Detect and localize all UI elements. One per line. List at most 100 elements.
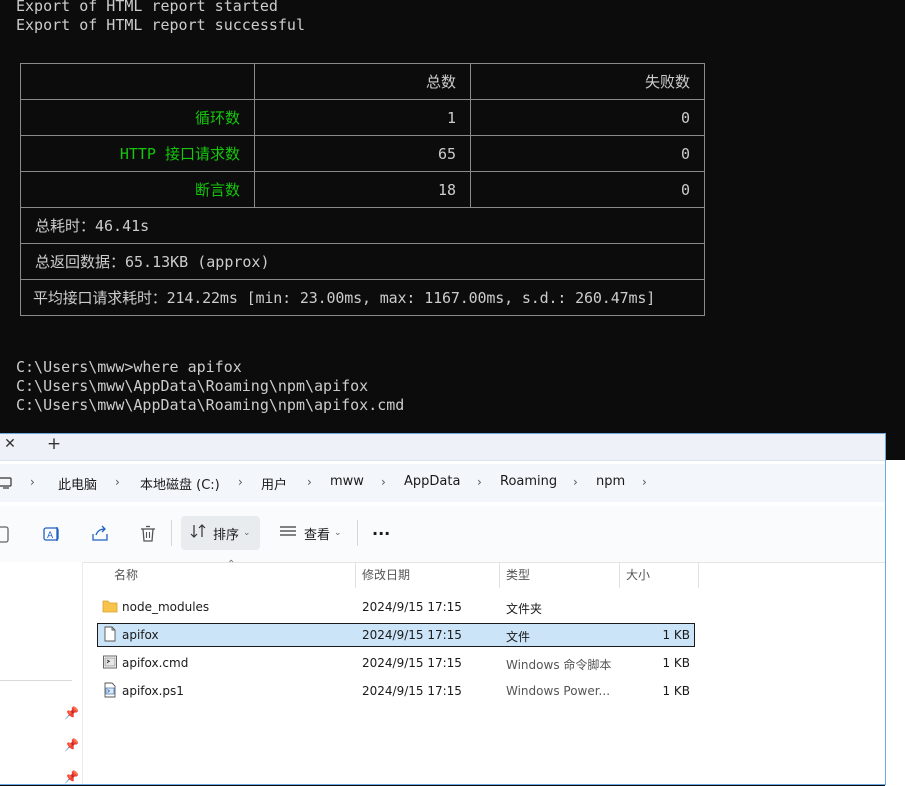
chevron-down-icon: ⌄ [334, 528, 342, 538]
column-separator[interactable] [698, 562, 699, 588]
summary-row: 总返回数据：65.13KB (approx) [20, 243, 705, 280]
file-size: 1 KB [662, 684, 690, 698]
file-name: node_modules [122, 600, 210, 614]
column-header-type[interactable]: 类型 [506, 568, 530, 594]
file-row-apifox[interactable]: apifox 2024/9/15 17:15 文件 1 KB [97, 623, 695, 647]
breadcrumb-appdata[interactable]: AppData [404, 474, 460, 489]
toolbar-separator [357, 520, 358, 546]
summary-row: 平均接口请求耗时：214.22ms [min: 23.00ms, max: 11… [20, 279, 705, 316]
share-icon[interactable] [90, 524, 110, 544]
command-bar: A 排序 ⌄ 查看 ⌄ ··· [0, 506, 885, 563]
close-tab-icon[interactable]: ✕ [0, 434, 20, 456]
breadcrumb-npm[interactable]: npm [596, 474, 625, 489]
column-header-size[interactable]: 大小 [626, 568, 650, 594]
chevron-right-icon: › [307, 475, 312, 489]
sort-icon [190, 523, 206, 543]
file-size: 1 KB [662, 656, 690, 670]
nav-divider [0, 680, 72, 681]
file-row-node-modules[interactable]: node_modules 2024/9/15 17:15 文件夹 [98, 596, 694, 618]
row-total: 1 [254, 99, 471, 136]
file-type: Windows 命令脚本 [506, 658, 612, 672]
breadcrumb-this-pc[interactable]: 此电脑 [58, 474, 97, 493]
powershell-script-icon [102, 682, 118, 699]
file-size: 1 KB [662, 628, 690, 642]
pin-icon[interactable]: 📌 [64, 706, 79, 720]
total-response-data: 总返回数据：65.13KB (approx) [20, 243, 705, 280]
cmd-script-icon [102, 654, 118, 671]
chevron-down-icon: ⌄ [243, 528, 251, 538]
file-row-apifox-ps1[interactable]: apifox.ps1 2024/9/15 17:15 Windows Power… [98, 680, 694, 702]
chevron-right-icon: › [115, 475, 120, 489]
table-row: 断言数 18 0 [20, 171, 705, 208]
chevron-right-icon: › [30, 475, 35, 489]
run-summary-table: 总数 失败数 循环数 1 0 HTTP 接口请求数 65 0 断言数 18 0 … [20, 63, 705, 316]
column-separator[interactable] [619, 562, 620, 588]
terminal-line: C:\Users\mww>where apifox [16, 358, 242, 376]
view-button[interactable]: 查看 ⌄ [270, 516, 351, 550]
view-label: 查看 [304, 527, 331, 543]
file-modified: 2024/9/15 17:15 [362, 656, 462, 670]
terminal-line: C:\Users\mww\AppData\Roaming\npm\apifox [16, 377, 369, 395]
new-tab-button[interactable]: + [42, 434, 66, 456]
file-explorer-window[interactable]: ✕ + › 此电脑 › 本地磁盘 (C:) › 用户 › mww › AppDa… [0, 434, 885, 784]
navigation-pane[interactable]: 📌 📌 📌 [0, 562, 83, 784]
file-modified: 2024/9/15 17:15 [362, 684, 462, 698]
row-failed: 0 [470, 99, 705, 136]
row-failed: 0 [470, 171, 705, 208]
file-name: apifox.cmd [122, 656, 189, 670]
terminal-line: C:\Users\mww\AppData\Roaming\npm\apifox.… [16, 396, 405, 414]
table-header-row: 总数 失败数 [20, 63, 705, 100]
address-bar[interactable]: › 此电脑 › 本地磁盘 (C:) › 用户 › mww › AppData ›… [0, 464, 885, 502]
file-type: 文件夹 [506, 602, 543, 616]
sort-label: 排序 [213, 527, 240, 543]
table-header-cell: 总数 [254, 63, 471, 100]
column-header-modified[interactable]: 修改日期 [362, 568, 410, 594]
total-duration: 总耗时：46.41s [20, 207, 705, 244]
pin-icon[interactable]: 📌 [64, 738, 79, 752]
breadcrumb-users[interactable]: 用户 [261, 474, 287, 493]
column-separator[interactable] [355, 562, 356, 588]
terminal-line: Export of HTML report started [16, 0, 278, 15]
breadcrumb-mww[interactable]: mww [330, 474, 364, 489]
sort-button[interactable]: 排序 ⌄ [181, 516, 260, 550]
svg-text:A: A [47, 531, 54, 541]
file-type: 文件 [506, 630, 531, 644]
terminal-window[interactable]: Export of HTML report started Export of … [0, 0, 905, 460]
folder-icon [102, 598, 118, 615]
chevron-right-icon: › [381, 475, 386, 489]
column-separator[interactable] [499, 562, 500, 588]
delete-icon[interactable] [138, 524, 158, 544]
view-list-icon [279, 524, 297, 542]
paste-icon[interactable] [0, 524, 20, 544]
computer-icon[interactable] [0, 475, 14, 494]
row-label: HTTP 接口请求数 [20, 135, 255, 172]
breadcrumb-local-disk[interactable]: 本地磁盘 (C:) [140, 474, 220, 493]
row-total: 65 [254, 135, 471, 172]
table-header-cell: 失败数 [470, 63, 705, 100]
column-header-name[interactable]: 名称 [114, 568, 138, 594]
file-list[interactable]: ⌃ 名称 修改日期 类型 大小 node_modules 2024/9/15 1… [84, 559, 884, 784]
summary-row: 总耗时：46.41s [20, 207, 705, 244]
tab-bar: ✕ + [0, 434, 885, 461]
chevron-right-icon: › [238, 475, 243, 489]
average-request-duration: 平均接口请求耗时：214.22ms [min: 23.00ms, max: 11… [20, 279, 705, 316]
pin-icon[interactable]: 📌 [64, 770, 79, 784]
file-type: Windows Power... [506, 684, 611, 698]
row-label: 断言数 [20, 171, 255, 208]
terminal-line: Export of HTML report successful [16, 16, 305, 34]
file-icon [102, 626, 118, 643]
table-header-cell [20, 63, 255, 100]
rename-icon[interactable]: A [42, 524, 62, 544]
file-name: apifox [122, 628, 159, 642]
sort-ascending-icon: ⌃ [227, 559, 236, 570]
row-failed: 0 [470, 135, 705, 172]
breadcrumb-roaming[interactable]: Roaming [500, 474, 557, 489]
file-modified: 2024/9/15 17:15 [362, 600, 462, 614]
file-name: apifox.ps1 [122, 684, 184, 698]
chevron-right-icon: › [477, 475, 482, 489]
table-row: HTTP 接口请求数 65 0 [20, 135, 705, 172]
more-options-button[interactable]: ··· [363, 516, 399, 550]
row-label: 循环数 [20, 99, 255, 136]
background-window [885, 460, 905, 786]
file-row-apifox-cmd[interactable]: apifox.cmd 2024/9/15 17:15 Windows 命令脚本 … [98, 652, 694, 674]
